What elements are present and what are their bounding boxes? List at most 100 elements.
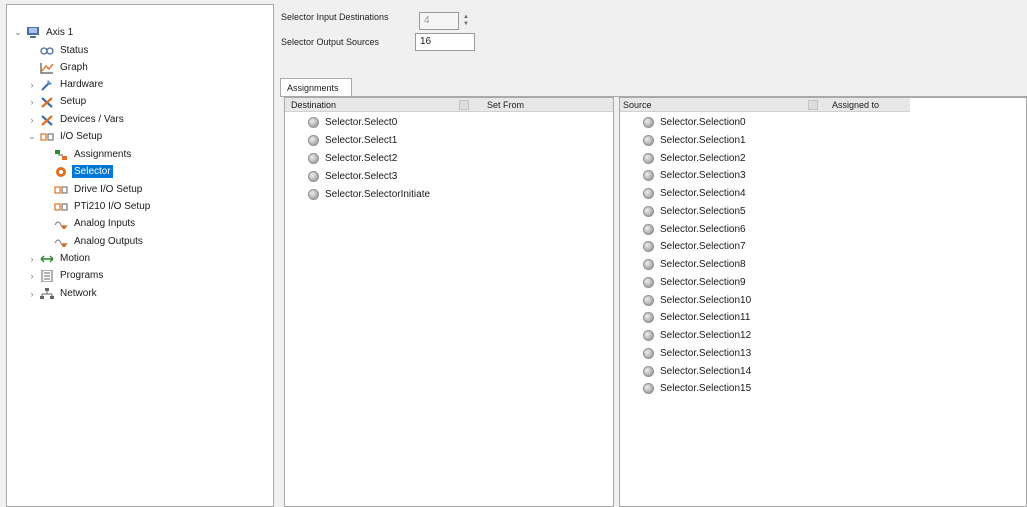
tree-item-label: Assignments	[74, 149, 132, 160]
list-item[interactable]: Selector.Selection5	[643, 203, 746, 220]
sort-icon[interactable]	[808, 100, 818, 110]
chevron-right-icon[interactable]: ›	[27, 97, 37, 107]
list-item-label: Selector.Select1	[325, 135, 398, 146]
tree-item-label: Selector	[72, 165, 113, 178]
selector-icon	[53, 165, 69, 179]
status-dot-icon	[643, 117, 654, 128]
list-item[interactable]: Selector.Selection11	[643, 309, 750, 326]
status-dot-icon	[643, 330, 654, 341]
assigned-to-column-header[interactable]: Assigned to	[832, 100, 879, 110]
list-item[interactable]: Selector.Selection9	[643, 274, 746, 291]
set-from-column-header[interactable]: Set From	[487, 100, 524, 110]
source-column-header[interactable]: Source	[623, 100, 652, 110]
status-dot-icon	[643, 223, 654, 235]
tree-item-selector[interactable]: Selector	[41, 163, 113, 180]
chevron-down-icon[interactable]: ⌄	[13, 27, 23, 38]
status-dot-icon	[643, 205, 654, 217]
list-item[interactable]: Selector.Selection0	[643, 114, 746, 131]
tree-item-label: Analog Inputs	[74, 218, 136, 229]
list-item-label: Selector.Selection9	[660, 276, 746, 288]
tree-item-status[interactable]: Status	[27, 42, 90, 59]
list-item[interactable]: Selector.Selection4	[643, 185, 746, 202]
tree-item-motion[interactable]: › Motion	[27, 250, 92, 267]
output-sources-label: Selector Output Sources	[281, 37, 380, 47]
tab-assignments[interactable]: Assignments	[280, 78, 352, 97]
sort-icon[interactable]	[459, 100, 469, 110]
status-dot-icon	[643, 170, 654, 182]
list-item[interactable]: Selector.Selection7	[643, 238, 746, 255]
tree-item-label: Programs	[60, 270, 104, 281]
list-item[interactable]: Selector.Select3	[308, 168, 397, 185]
output-sources-field[interactable]: 16	[415, 33, 475, 51]
chevron-right-icon[interactable]: ›	[27, 289, 37, 299]
pti210-io-icon	[53, 200, 69, 214]
setup-tools-icon	[39, 95, 55, 109]
list-item-label: Selector.Selection0	[660, 117, 746, 128]
list-item[interactable]: Selector.Select1	[308, 132, 397, 149]
tree-item-hardware[interactable]: › Hardware	[27, 76, 105, 93]
tree-item-label: Status	[60, 45, 89, 56]
devices-tools-icon	[39, 113, 55, 127]
list-item[interactable]: Selector.SelectorInitiate	[308, 186, 430, 203]
spin-up-icon: ▲	[463, 14, 469, 20]
tree-item-assignments[interactable]: Assignments	[41, 146, 133, 163]
status-dot-icon	[308, 189, 319, 200]
list-item[interactable]: Selector.Selection10	[643, 292, 751, 309]
tree-item-analog-inputs[interactable]: Analog Inputs	[41, 215, 137, 232]
list-item[interactable]: Selector.Selection12	[643, 327, 751, 344]
motion-arrows-icon	[39, 252, 55, 266]
navigation-tree[interactable]: ⌄ Axis 1 Status Graph › Hardware › Setup › Device…	[6, 4, 274, 507]
list-item[interactable]: Selector.Selection2	[643, 150, 746, 167]
status-dot-icon	[643, 152, 654, 164]
tree-item-graph[interactable]: Graph	[27, 59, 90, 76]
tree-item-pti210-i-o-setup[interactable]: PTi210 I/O Setup	[41, 198, 152, 215]
chevron-down-icon[interactable]: ⌄	[27, 131, 37, 142]
tree-item-drive-i-o-setup[interactable]: Drive I/O Setup	[41, 181, 144, 198]
list-item[interactable]: Selector.Select2	[308, 150, 397, 167]
spin-down-icon: ▼	[463, 21, 469, 27]
list-item-label: Selector.Selection7	[660, 241, 746, 253]
status-dot-icon	[643, 365, 654, 377]
list-item[interactable]: Selector.Selection1	[643, 132, 746, 149]
list-item[interactable]: Selector.Selection3	[643, 167, 746, 184]
tree-item-setup[interactable]: › Setup	[27, 93, 88, 110]
tree-item-i-o-setup[interactable]: ⌄ I/O Setup	[27, 128, 104, 145]
chevron-right-icon[interactable]: ›	[27, 271, 37, 281]
list-item[interactable]: Selector.Selection8	[643, 256, 746, 273]
status-dot-icon	[643, 259, 654, 270]
list-item-label: Selector.Selection15	[660, 383, 752, 395]
tree-item-programs[interactable]: › Programs	[27, 267, 105, 284]
status-dot-icon	[308, 117, 319, 128]
list-item-label: Selector.Select3	[325, 171, 398, 182]
status-dot-icon	[643, 188, 654, 199]
tree-item-devices-vars[interactable]: › Devices / Vars	[27, 111, 126, 128]
tree-item-network[interactable]: › Network	[27, 285, 99, 302]
tree-item-analog-outputs[interactable]: Analog Outputs	[41, 233, 145, 250]
graph-icon	[39, 61, 55, 75]
tree-item-label: Hardware	[60, 79, 104, 90]
list-item[interactable]: Selector.Selection13	[643, 345, 751, 362]
list-item-label: Selector.Selection3	[660, 170, 746, 182]
status-dot-icon	[643, 276, 654, 288]
tree-item-label: PTi210 I/O Setup	[74, 201, 151, 212]
source-panel: Source Assigned to Selector.Selection0 Se…	[619, 97, 1027, 507]
tree-item-label: Network	[60, 288, 97, 299]
list-item[interactable]: Selector.Selection15	[643, 380, 751, 397]
list-item[interactable]: Selector.Select0	[308, 114, 397, 131]
chevron-right-icon[interactable]: ›	[27, 115, 37, 125]
destination-column-header[interactable]: Destination	[291, 100, 336, 110]
status-dot-icon	[308, 153, 319, 164]
tree-item-axis-1[interactable]: ⌄ Axis 1	[13, 24, 75, 41]
list-item[interactable]: Selector.Selection14	[643, 363, 751, 380]
chevron-right-icon[interactable]: ›	[27, 80, 37, 90]
list-item[interactable]: Selector.Selection6	[643, 221, 746, 238]
assignments-icon	[53, 148, 69, 162]
chevron-right-icon[interactable]: ›	[27, 254, 37, 264]
list-item-label: Selector.Selection1	[660, 134, 746, 146]
analog-outputs-icon	[53, 235, 69, 249]
destination-panel: Destination Set From Selector.Select0 Sel…	[284, 97, 614, 507]
